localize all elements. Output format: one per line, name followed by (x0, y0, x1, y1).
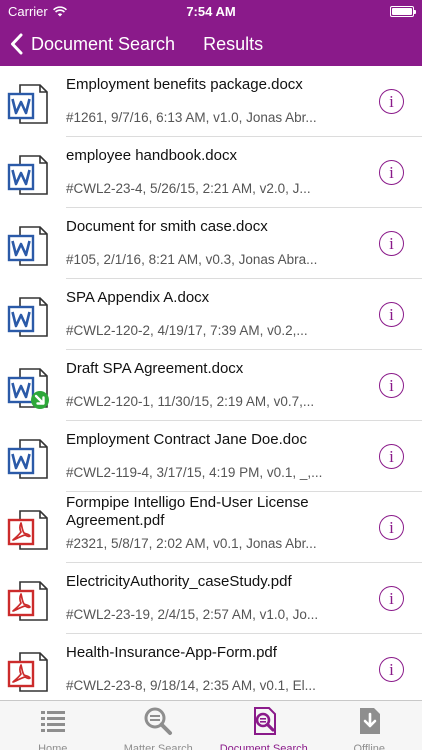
wifi-icon (52, 5, 67, 16)
result-title: Formpipe Intelligo End-User License Agre… (66, 494, 309, 529)
result-title: Draft SPA Agreement.docx (66, 360, 244, 377)
tab-document-search[interactable]: Document Search (211, 701, 317, 750)
result-meta: #CWL2-120-2, 4/19/17, 7:39 AM, v0.2,... (66, 323, 308, 338)
result-meta: #CWL2-23-19, 2/4/15, 2:57 AM, v1.0, Jo..… (66, 607, 319, 622)
result-text: ElectricityAuthority_caseStudy.pdf #CWL2-… (66, 563, 366, 634)
word-doc-icon (6, 224, 50, 268)
info-button[interactable]: i (379, 231, 404, 256)
results-list[interactable]: Employment benefits package.docx #1261, 9… (0, 66, 422, 700)
result-row[interactable]: Formpipe Intelligo End-User License Agre… (0, 492, 422, 563)
result-text: Health-Insurance-App-Form.pdf #CWL2-23-8,… (66, 634, 366, 700)
info-button[interactable]: i (379, 657, 404, 682)
result-meta: #2321, 5/8/17, 2:02 AM, v0.1, Jonas Abr.… (66, 536, 317, 551)
word-doc-icon (6, 82, 50, 126)
result-text: Document for smith case.docx #105, 2/1/16… (66, 208, 366, 279)
info-button[interactable]: i (379, 302, 404, 327)
tab-matter-search[interactable]: Matter Search (106, 701, 212, 750)
pdf-doc-icon (6, 508, 50, 552)
result-title: SPA Appendix A.docx (66, 289, 210, 306)
chevron-left-icon (11, 33, 23, 55)
word-doc-icon (6, 153, 50, 197)
result-meta: #1261, 9/7/16, 6:13 AM, v1.0, Jonas Abr.… (66, 110, 317, 125)
result-row[interactable]: Document for smith case.docx #105, 2/1/16… (0, 208, 422, 279)
tab-label: Offline (353, 743, 386, 750)
result-meta: #CWL2-119-4, 3/17/15, 4:19 PM, v0.1, _,.… (66, 465, 323, 480)
status-left: Carrier (8, 4, 128, 19)
word-doc-icon (6, 437, 50, 481)
tab-label: Document Search (219, 743, 308, 750)
info-button[interactable]: i (379, 160, 404, 185)
status-time: 7:54 AM (186, 3, 236, 19)
magnifier-icon (143, 706, 173, 741)
result-row[interactable]: Employment benefits package.docx #1261, 9… (0, 66, 422, 137)
word-doc-icon (6, 295, 50, 339)
result-row[interactable]: ElectricityAuthority_caseStudy.pdf #CWL2-… (0, 563, 422, 634)
tab-label: Matter Search (123, 743, 193, 750)
result-meta: #CWL2-23-4, 5/26/15, 2:21 AM, v2.0, J... (66, 181, 311, 196)
result-row[interactable]: Draft SPA Agreement.docx #CWL2-120-1, 11/… (0, 350, 422, 421)
word-doc-offline-icon (6, 366, 50, 410)
result-text: employee handbook.docx #CWL2-23-4, 5/26/1… (66, 137, 366, 208)
info-button[interactable]: i (379, 515, 404, 540)
result-title: employee handbook.docx (66, 147, 237, 164)
document-search-icon (249, 706, 279, 741)
navigation-bar: Document Search Results (0, 22, 422, 66)
info-button[interactable]: i (379, 89, 404, 114)
tab-bar: Home Matter Search Document Search Offline (0, 700, 422, 750)
result-title: ElectricityAuthority_caseStudy.pdf (66, 573, 292, 590)
result-title: Employment benefits package.docx (66, 76, 303, 93)
page-title: Results (203, 33, 264, 54)
tab-offline[interactable]: Offline (317, 701, 422, 750)
tab-home[interactable]: Home (0, 701, 106, 750)
result-text: Employment Contract Jane Doe.doc #CWL2-11… (66, 421, 366, 492)
result-meta: #105, 2/1/16, 8:21 AM, v0.3, Jonas Abra.… (66, 252, 318, 267)
result-title: Employment Contract Jane Doe.doc (66, 431, 307, 448)
carrier-label: Carrier (8, 3, 48, 19)
info-button[interactable]: i (379, 586, 404, 611)
result-text: Employment benefits package.docx #1261, 9… (66, 66, 366, 137)
result-row[interactable]: Employment Contract Jane Doe.doc #CWL2-11… (0, 421, 422, 492)
status-right (294, 5, 416, 17)
tab-label: Home (38, 743, 68, 750)
download-icon (354, 706, 384, 741)
pdf-doc-icon (6, 579, 50, 623)
pdf-doc-icon (6, 650, 50, 694)
battery-icon (390, 5, 416, 17)
info-button[interactable]: i (379, 444, 404, 469)
status-bar: Carrier 7:54 AM (0, 0, 422, 22)
info-button[interactable]: i (379, 373, 404, 398)
result-title: Health-Insurance-App-Form.pdf (66, 644, 277, 661)
list-icon (38, 706, 68, 741)
back-button[interactable]: Document Search (0, 22, 175, 66)
result-row[interactable]: employee handbook.docx #CWL2-23-4, 5/26/1… (0, 137, 422, 208)
result-text: Formpipe Intelligo End-User License Agre… (66, 492, 366, 563)
result-text: Draft SPA Agreement.docx #CWL2-120-1, 11/… (66, 350, 366, 421)
result-row[interactable]: SPA Appendix A.docx #CWL2-120-2, 4/19/17,… (0, 279, 422, 350)
back-button-label: Document Search (31, 33, 176, 54)
result-meta: #CWL2-23-8, 9/18/14, 2:35 AM, v0.1, El..… (66, 678, 316, 693)
result-text: SPA Appendix A.docx #CWL2-120-2, 4/19/17,… (66, 279, 366, 350)
battery-fill (392, 7, 412, 15)
result-row[interactable]: Health-Insurance-App-Form.pdf #CWL2-23-8,… (0, 634, 422, 700)
result-title: Document for smith case.docx (66, 218, 268, 235)
result-meta: #CWL2-120-1, 11/30/15, 2:19 AM, v0.7,... (66, 394, 315, 409)
